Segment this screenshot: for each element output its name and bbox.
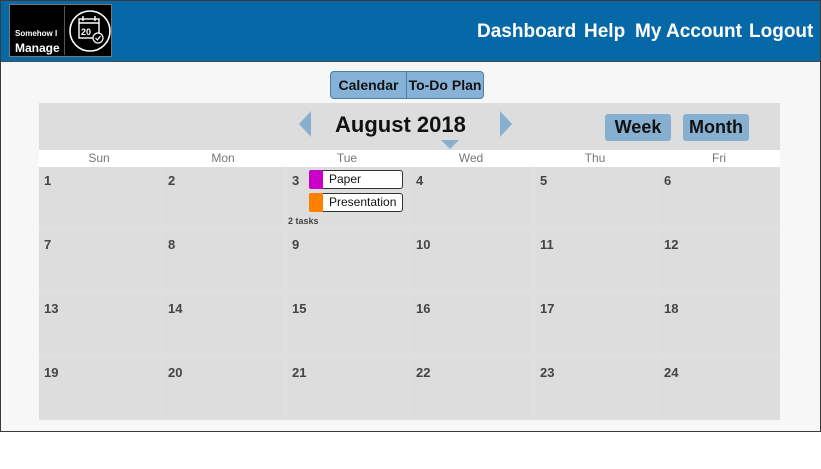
day-number: 20: [168, 365, 183, 380]
day-cell[interactable]: 7: [39, 231, 159, 290]
day-number: 2: [168, 173, 176, 188]
day-number: 19: [44, 365, 59, 380]
day-cell[interactable]: 20: [163, 359, 283, 418]
day-cell[interactable]: 19: [39, 359, 159, 418]
month-title: August 2018: [335, 112, 466, 137]
logo-line2: Manage: [15, 41, 60, 55]
task-color-swatch: [309, 170, 323, 189]
weekday-label: Wed: [458, 151, 484, 165]
day-number: 11: [540, 237, 554, 252]
day-number: 13: [44, 301, 59, 316]
view-tabs: Calendar To-Do Plan: [330, 71, 484, 99]
day-cell[interactable]: 4: [411, 167, 531, 226]
day-number: 18: [664, 301, 679, 316]
day-cell[interactable]: 3 Paper Presentation 2 tasks: [287, 167, 407, 226]
weekday-label: Fri: [712, 151, 726, 165]
day-cell[interactable]: 18: [659, 295, 779, 354]
tab-todo-plan[interactable]: To-Do Plan: [407, 72, 483, 98]
top-header: Somehow I Manage 20 Dashboard Help My Ac…: [1, 1, 820, 62]
day-cell[interactable]: 16: [411, 295, 531, 354]
nav-help[interactable]: Help: [584, 21, 625, 43]
day-number: 6: [664, 173, 672, 188]
day-cell[interactable]: 13: [39, 295, 159, 354]
day-number: 17: [540, 301, 555, 316]
logo-line1: Somehow I: [15, 29, 58, 38]
weekday-header-row: Sun Mon Tue Wed Thu Fri: [39, 150, 780, 167]
day-number: 12: [664, 237, 679, 252]
day-number: 10: [416, 237, 431, 252]
day-cell[interactable]: 6: [659, 167, 779, 226]
svg-text:20: 20: [81, 27, 91, 37]
day-cell[interactable]: 24: [659, 359, 779, 418]
day-cell[interactable]: 10: [411, 231, 531, 290]
day-cell[interactable]: 8: [163, 231, 283, 290]
day-cell[interactable]: 23: [535, 359, 655, 418]
day-cell[interactable]: 15: [287, 295, 407, 354]
day-cell[interactable]: 11: [535, 231, 655, 290]
month-view-button[interactable]: Month: [683, 114, 749, 141]
day-cell[interactable]: 1: [39, 167, 159, 226]
day-number: 15: [292, 301, 307, 316]
day-cell[interactable]: 12: [659, 231, 779, 290]
task-color-swatch: [309, 193, 323, 212]
day-cell[interactable]: 5: [535, 167, 655, 226]
day-number: 4: [416, 173, 424, 188]
day-cell[interactable]: 14: [163, 295, 283, 354]
day-number: 21: [292, 365, 307, 380]
tab-calendar[interactable]: Calendar: [331, 72, 407, 98]
task-paper[interactable]: Paper: [309, 170, 403, 189]
task-count: 2 tasks: [288, 216, 319, 226]
calendar-check-icon: 20: [64, 6, 113, 55]
weekday-label: Mon: [211, 151, 235, 165]
day-cell[interactable]: 2: [163, 167, 283, 226]
day-cell[interactable]: 21: [287, 359, 407, 418]
day-number: 3: [292, 173, 300, 188]
day-number: 1: [44, 173, 52, 188]
nav-my-account[interactable]: My Account: [635, 21, 742, 43]
day-number: 16: [416, 301, 431, 316]
day-number: 5: [540, 173, 548, 188]
month-picker-caret-icon[interactable]: [441, 140, 459, 149]
weekday-label: Tue: [336, 151, 358, 165]
logo[interactable]: Somehow I Manage 20: [9, 4, 112, 57]
weekday-label: Sun: [88, 151, 110, 165]
day-cell[interactable]: 22: [411, 359, 531, 418]
task-presentation[interactable]: Presentation: [309, 193, 403, 212]
next-month-icon[interactable]: [500, 111, 512, 137]
nav-dashboard[interactable]: Dashboard: [477, 21, 576, 43]
task-label: Presentation: [329, 195, 397, 209]
week-view-button[interactable]: Week: [605, 114, 671, 141]
day-cell[interactable]: 17: [535, 295, 655, 354]
day-number: 22: [416, 365, 431, 380]
task-label: Paper: [329, 172, 362, 186]
day-number: 7: [44, 237, 52, 252]
calendar: August 2018 Week Month Sun Mon Tue Wed T…: [39, 103, 780, 420]
weekday-label: Thu: [584, 151, 606, 165]
day-number: 9: [292, 237, 300, 252]
nav-logout[interactable]: Logout: [749, 21, 813, 43]
day-number: 14: [168, 301, 183, 316]
app-frame: Somehow I Manage 20 Dashboard Help My Ac…: [0, 0, 821, 432]
day-cell[interactable]: 9: [287, 231, 407, 290]
day-number: 23: [540, 365, 555, 380]
day-number: 24: [664, 365, 679, 380]
prev-month-icon[interactable]: [299, 111, 311, 137]
day-number: 8: [168, 237, 176, 252]
calendar-header: August 2018 Week Month: [39, 103, 780, 150]
